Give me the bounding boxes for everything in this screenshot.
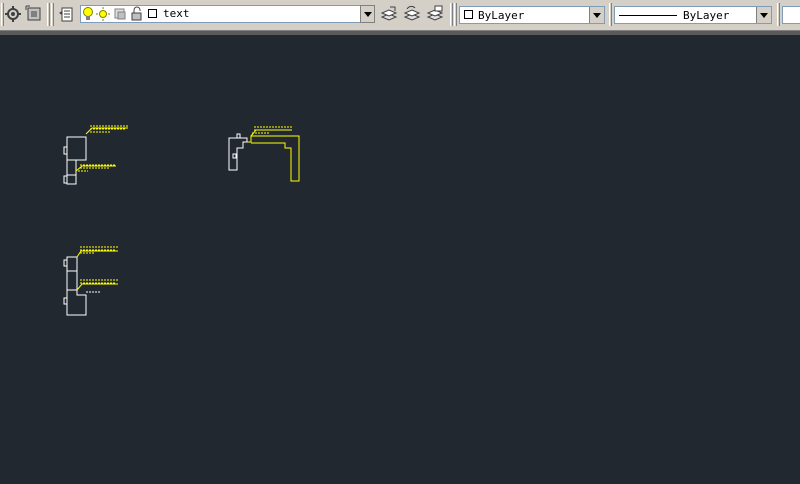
- drawing-annotation: [252, 126, 292, 134]
- color-square-icon: [148, 9, 157, 18]
- make-object-layer-current-button[interactable]: [379, 4, 399, 24]
- drawing-canvas[interactable]: [0, 35, 800, 480]
- color-swatch-icon: [464, 10, 473, 19]
- drawing-detail-1: [63, 125, 128, 185]
- layer-states-icon: [426, 5, 444, 21]
- lineweight-combo[interactable]: [782, 6, 800, 24]
- toolbar-grip[interactable]: [777, 3, 780, 26]
- lightbulb-icon[interactable]: [82, 6, 94, 22]
- toolbar-grip[interactable]: [450, 3, 453, 26]
- toolbar-grip[interactable]: [51, 3, 54, 26]
- drawing-leader: [250, 129, 292, 137]
- toolbar-grip[interactable]: [454, 3, 457, 26]
- drawing-detail-3: [63, 246, 118, 316]
- color-combo-value: ByLayer: [478, 9, 525, 22]
- drawing-outline: [247, 135, 300, 182]
- drawing-annotation: [90, 125, 128, 133]
- drawing-annotation: [80, 246, 118, 254]
- layer-combo-value: text: [163, 7, 190, 20]
- drawing-mark: [63, 297, 68, 305]
- drawing-outline: [66, 256, 87, 316]
- linetype-combo-value: ByLayer: [683, 9, 730, 22]
- freeze-icon[interactable]: [113, 6, 127, 22]
- workspace-settings-button[interactable]: [3, 4, 23, 24]
- layers-manager-icon: [59, 7, 73, 22]
- drawing-leader: [76, 250, 118, 258]
- drawing-detail-2: [228, 126, 300, 182]
- drawing-mark: [63, 146, 68, 155]
- lock-icon[interactable]: [130, 6, 144, 22]
- layer-previous-icon: [403, 5, 421, 21]
- workspace-icon: [25, 5, 41, 21]
- drawing-outline: [228, 137, 248, 171]
- properties-toolbar: text ByLayer ByLayer: [0, 0, 800, 31]
- drawing-area[interactable]: [0, 35, 800, 480]
- workspace-save-button[interactable]: [24, 4, 44, 24]
- linetype-combo-dropdown-arrow[interactable]: [756, 7, 771, 23]
- toolbar-grip[interactable]: [609, 3, 612, 26]
- drawing-outline: [67, 270, 77, 291]
- drawing-mark: [63, 175, 68, 184]
- drawing-mark: [236, 133, 241, 139]
- drawing-annotation: [80, 279, 118, 293]
- sun-icon[interactable]: [96, 6, 110, 22]
- layer-current-icon: [380, 6, 398, 21]
- layer-combo[interactable]: text: [80, 5, 375, 24]
- drawing-outline: [67, 159, 77, 176]
- drawing-mark: [232, 153, 237, 159]
- layer-states-button[interactable]: [425, 4, 445, 24]
- color-combo-dropdown-arrow[interactable]: [589, 7, 604, 23]
- drawing-mark: [63, 259, 68, 267]
- linetype-sample-line: [619, 15, 677, 16]
- layer-properties-button[interactable]: [56, 4, 76, 24]
- layer-combo-dropdown-arrow[interactable]: [360, 5, 375, 23]
- linetype-combo[interactable]: ByLayer: [614, 6, 772, 24]
- color-combo[interactable]: ByLayer: [459, 6, 605, 24]
- toolbar-grip[interactable]: [47, 3, 50, 26]
- gear-icon: [5, 6, 21, 22]
- layer-previous-button[interactable]: [402, 4, 422, 24]
- drawing-leader: [76, 283, 118, 291]
